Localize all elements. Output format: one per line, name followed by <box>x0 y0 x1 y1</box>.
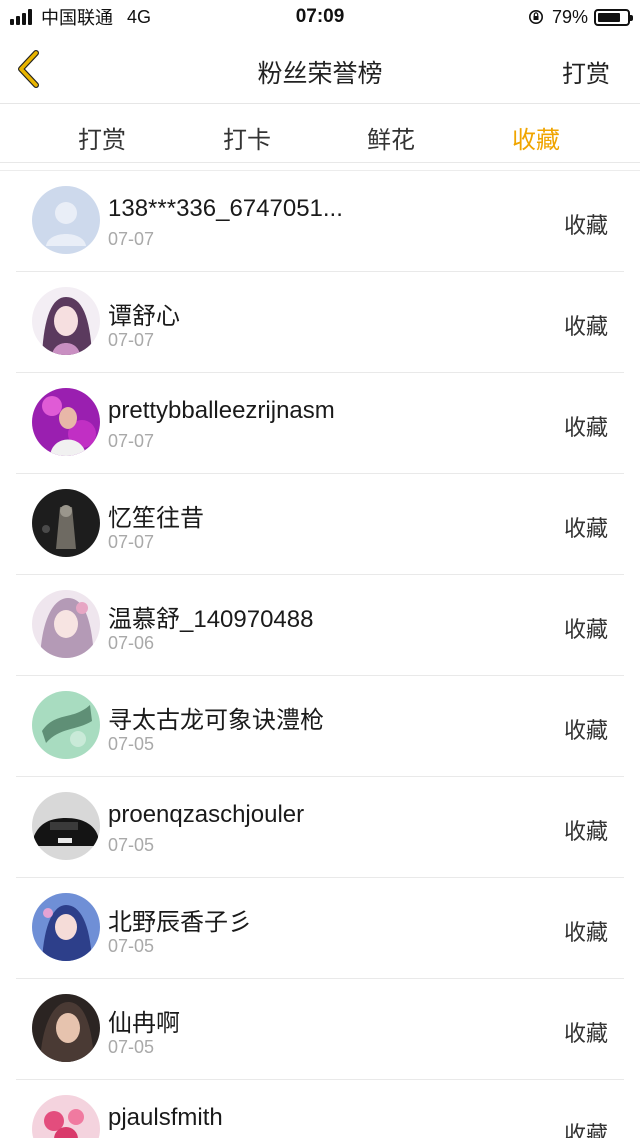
fan-date: 07-07 <box>108 532 155 552</box>
fan-name: pjaulsfmith <box>108 1104 223 1131</box>
list-item[interactable]: 谭舒心 07-07 收藏 <box>16 272 624 373</box>
fan-date: 07-05 <box>108 734 155 754</box>
avatar-image <box>32 691 100 759</box>
battery-icon <box>594 8 633 26</box>
fan-action: 收藏 <box>563 920 608 945</box>
fan-action: 收藏 <box>563 213 608 238</box>
list-item[interactable]: prettybballeezrijnasm 07-07 收藏 <box>16 373 624 474</box>
chevron-left-icon <box>18 50 39 88</box>
fan-date: 07-05 <box>108 835 155 855</box>
avatar[interactable] <box>32 287 100 355</box>
battery-level <box>598 12 621 22</box>
avatar-image <box>32 489 100 557</box>
fan-date: 07-05 <box>108 1037 155 1057</box>
fan-action: 收藏 <box>563 516 608 541</box>
fan-action: 收藏 <box>563 1021 608 1046</box>
avatar[interactable] <box>32 792 100 860</box>
fan-date: 07-05 <box>108 936 155 956</box>
fan-action: 收藏 <box>563 1122 608 1138</box>
fan-name: 寻太古龙可象诀澧枪 <box>108 707 324 734</box>
nav-bar: 粉丝荣誉榜 打赏 <box>0 34 640 104</box>
fan-date: 07-07 <box>108 431 155 451</box>
fan-name: 温慕舒_140970488 <box>108 606 314 633</box>
avatar[interactable] <box>32 691 100 759</box>
battery-percent: 79% <box>551 6 588 27</box>
tab-checkin[interactable]: 打卡 <box>187 120 307 155</box>
list-item[interactable]: 北野辰香子彡 07-05 收藏 <box>16 878 624 979</box>
avatar[interactable] <box>32 388 100 456</box>
avatar[interactable] <box>32 590 100 658</box>
fan-date: 07-07 <box>108 229 155 249</box>
list-item[interactable]: proenqzaschjouler 07-05 收藏 <box>16 777 624 878</box>
status-right: 79% <box>528 6 633 28</box>
status-bar: 中国联通 4G 07:09 79% <box>0 0 640 34</box>
fan-name: 北野辰香子彡 <box>108 909 252 936</box>
avatar-image <box>32 388 100 456</box>
fan-action: 收藏 <box>563 314 608 339</box>
avatar-image <box>32 287 100 355</box>
avatar[interactable] <box>32 186 100 254</box>
list-item[interactable]: 仙冉啊 07-05 收藏 <box>16 979 624 1080</box>
avatar[interactable] <box>32 1095 100 1138</box>
fan-name: prettybballeezrijnasm <box>108 397 335 424</box>
avatar-image <box>32 1095 100 1138</box>
avatar-image <box>32 590 100 658</box>
fan-action: 收藏 <box>563 819 608 844</box>
fan-date: 07-07 <box>108 330 155 350</box>
orientation-lock-icon <box>528 10 543 24</box>
list-item[interactable]: 温慕舒_140970488 07-06 收藏 <box>16 575 624 676</box>
avatar-image <box>32 893 100 961</box>
fan-action: 收藏 <box>563 617 608 642</box>
reward-button[interactable]: 打赏 <box>562 54 610 89</box>
fan-name: proenqzaschjouler <box>108 801 305 828</box>
avatar[interactable] <box>32 994 100 1062</box>
fan-action: 收藏 <box>563 415 608 440</box>
fan-list: 138***336_6747051... 07-07 收藏 谭舒心 07-07 … <box>0 170 640 1138</box>
fan-name: 138***336_6747051... <box>108 195 343 222</box>
avatar-image <box>32 994 100 1062</box>
list-item[interactable]: pjaulsfmith 收藏 <box>16 1080 624 1138</box>
tab-reward[interactable]: 打赏 <box>42 120 162 155</box>
tab-favorites[interactable]: 收藏 <box>476 120 596 155</box>
avatar-image <box>32 792 100 860</box>
tab-bar: 打赏 打卡 鲜花 收藏 <box>0 105 640 163</box>
tab-flowers[interactable]: 鲜花 <box>331 120 451 155</box>
fan-name: 谭舒心 <box>108 303 180 330</box>
avatar[interactable] <box>32 893 100 961</box>
fan-name: 忆笙往昔 <box>108 505 204 532</box>
list-item[interactable]: 138***336_6747051... 07-07 收藏 <box>16 171 624 272</box>
list-item[interactable]: 忆笙往昔 07-07 收藏 <box>16 474 624 575</box>
avatar[interactable] <box>32 489 100 557</box>
default-avatar-icon <box>32 186 100 254</box>
back-button[interactable] <box>12 48 48 90</box>
fan-action: 收藏 <box>563 718 608 743</box>
page-title: 粉丝荣誉榜 <box>257 60 383 88</box>
fan-date: 07-06 <box>108 633 155 653</box>
list-item[interactable]: 寻太古龙可象诀澧枪 07-05 收藏 <box>16 676 624 777</box>
fan-name: 仙冉啊 <box>108 1010 180 1037</box>
